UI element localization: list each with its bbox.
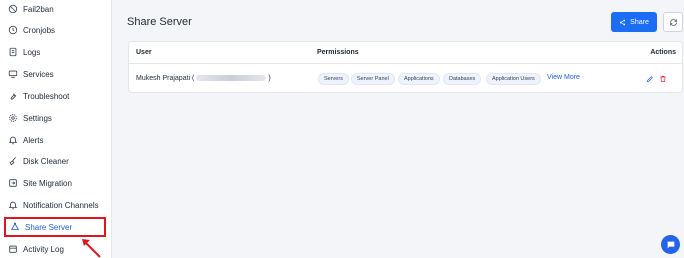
table-header: User Permissions Actions <box>129 42 682 64</box>
share-icon <box>9 221 21 233</box>
trash-icon <box>660 76 666 82</box>
chat-icon <box>667 241 674 248</box>
sidebar-item-label: Disk Cleaner <box>23 156 69 166</box>
share-button-label: Share <box>630 18 649 26</box>
sidebar-item-label: Cronjobs <box>23 25 56 35</box>
column-header-actions: Actions <box>650 49 676 56</box>
sidebar-item-label: Troubleshoot <box>23 91 70 101</box>
sidebar-item-label: Logs <box>23 47 41 57</box>
pencil-icon <box>646 76 653 83</box>
sidebar-item-notification-channels[interactable]: Notification Channels <box>4 195 106 215</box>
page-title: Share Server <box>127 16 192 28</box>
migration-icon <box>7 177 19 189</box>
share-icon <box>620 19 626 25</box>
gear-icon <box>7 112 19 124</box>
user-name-close: ) <box>268 75 271 82</box>
sidebar-item-label: Fail2ban <box>23 4 54 14</box>
refresh-icon <box>669 18 677 26</box>
sidebar-item-troubleshoot[interactable]: Troubleshoot <box>4 86 106 106</box>
delete-button[interactable] <box>659 75 667 83</box>
chat-support-button[interactable] <box>661 235 680 254</box>
sidebar-item-cronjobs[interactable]: Cronjobs <box>4 20 106 40</box>
sidebar-item-share-server[interactable]: Share Server <box>4 217 106 237</box>
sidebar-item-label: Alerts <box>23 135 44 145</box>
main-content: Share Server Share User Permissions Acti… <box>113 0 684 258</box>
edit-button[interactable] <box>646 75 654 83</box>
redacted-email <box>196 75 267 82</box>
bell-icon <box>7 134 19 146</box>
broom-icon <box>7 155 19 167</box>
user-cell: Mukesh Prajapati () <box>136 75 271 82</box>
refresh-button[interactable] <box>663 12 683 32</box>
sidebar-item-label: Services <box>23 69 54 79</box>
sidebar: Fail2ban Cronjobs Logs Services Troubles… <box>0 0 112 258</box>
sidebar-item-fail2ban[interactable]: Fail2ban <box>4 0 106 19</box>
shared-users-table: User Permissions Actions Mukesh Prajapat… <box>128 41 683 93</box>
server-icon <box>7 68 19 80</box>
permission-badge: Application Users <box>486 73 541 85</box>
ban-icon <box>7 3 19 15</box>
sidebar-item-services[interactable]: Services <box>4 64 106 84</box>
user-name: Mukesh Prajapati ( <box>136 75 195 82</box>
calendar-icon <box>7 243 19 255</box>
table-row: Mukesh Prajapati () Servers Server Panel… <box>129 65 682 93</box>
sidebar-item-label: Notification Channels <box>23 200 99 210</box>
permission-badge: Server Panel <box>351 73 395 85</box>
annotation-arrow <box>82 239 101 258</box>
permission-badge: Applications <box>398 73 440 85</box>
bell-icon <box>7 199 19 211</box>
permission-badge: Databases <box>443 73 482 85</box>
sidebar-item-label: Site Migration <box>23 178 72 188</box>
file-icon <box>7 46 19 58</box>
sidebar-item-disk-cleaner[interactable]: Disk Cleaner <box>4 151 106 171</box>
sidebar-item-label: Activity Log <box>23 244 64 254</box>
sidebar-item-settings[interactable]: Settings <box>4 108 106 128</box>
column-header-permissions: Permissions <box>317 49 359 56</box>
sidebar-item-alerts[interactable]: Alerts <box>4 130 106 150</box>
permission-badge: Servers <box>318 73 349 85</box>
share-button[interactable]: Share <box>611 12 657 32</box>
view-more-link[interactable]: View More <box>547 74 580 81</box>
tool-icon <box>7 90 19 102</box>
sidebar-item-label: Share Server <box>25 222 73 232</box>
sidebar-item-logs[interactable]: Logs <box>4 42 106 62</box>
sidebar-item-site-migration[interactable]: Site Migration <box>4 173 106 193</box>
column-header-user: User <box>136 49 152 56</box>
sidebar-item-label: Settings <box>23 113 52 123</box>
clock-icon <box>7 24 19 36</box>
